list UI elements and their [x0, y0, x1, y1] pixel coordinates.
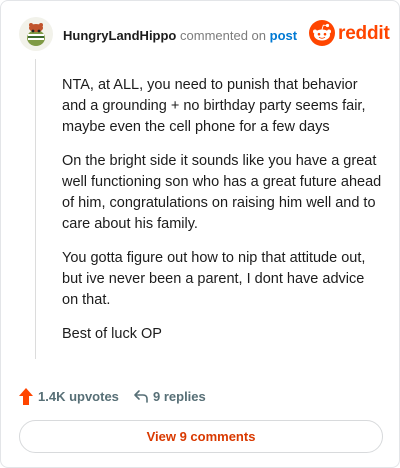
comment-paragraph: You gotta figure out how to nip that att… [62, 250, 366, 308]
reddit-wordmark: reddit [338, 23, 390, 44]
view-comments-button[interactable]: View 9 comments [19, 420, 383, 453]
comment-action-text: commented on [180, 28, 267, 43]
comment-paragraph: NTA, at ALL, you need to punish that beh… [62, 77, 366, 135]
reply-count: 9 replies [153, 389, 206, 404]
comment-paragraph: On the bright side it sounds like you ha… [62, 153, 382, 232]
upvote-count: 1.4K upvotes [38, 389, 119, 404]
thread-line[interactable] [35, 59, 36, 359]
comment-meta: HungryLandHippo commented on post [63, 28, 297, 43]
comment-paragraph: Best of luck OP [62, 326, 162, 342]
post-link[interactable]: post [270, 28, 297, 43]
upvote-arrow-icon [19, 388, 33, 405]
hippo-avatar-icon[interactable] [19, 17, 53, 51]
reply-arrow-icon [134, 390, 148, 403]
comment-header: HungryLandHippo commented on post reddit [19, 17, 390, 53]
comment-body: NTA, at ALL, you need to punish that beh… [62, 75, 382, 358]
comment-card: HungryLandHippo commented on post reddit… [0, 0, 400, 468]
reddit-snoo-icon [309, 20, 335, 46]
username-link[interactable]: HungryLandHippo [63, 28, 176, 43]
reddit-logo[interactable]: reddit [309, 20, 390, 48]
